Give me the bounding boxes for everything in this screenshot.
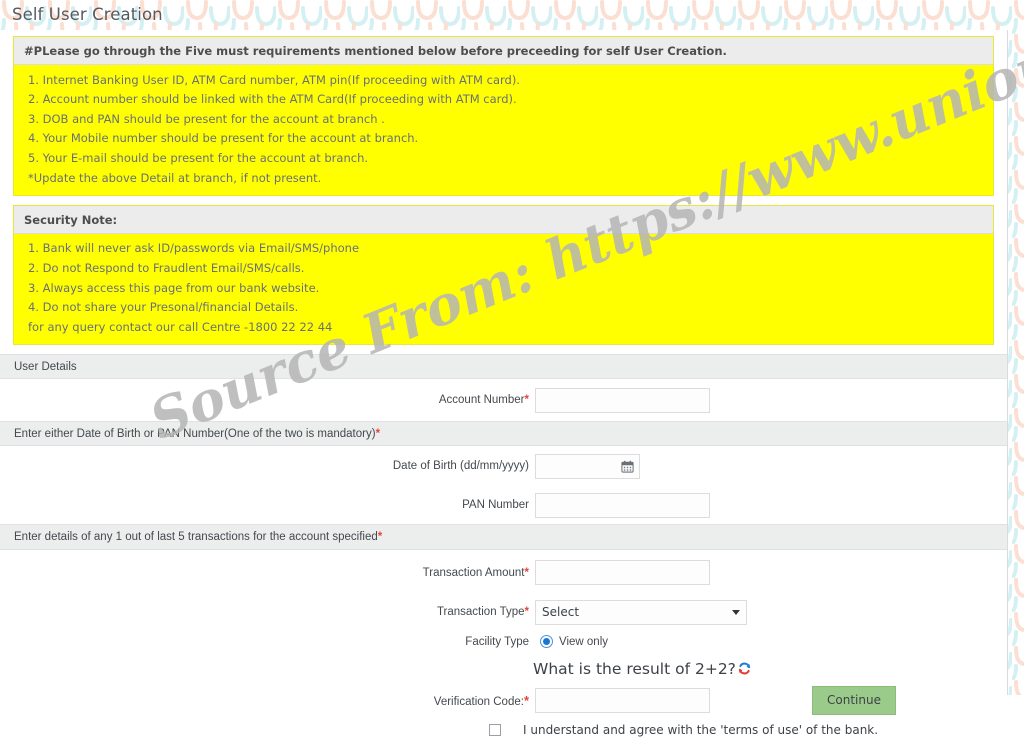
dob-pan-form: Date of Birth (dd/mm/yyyy) PAN Number (0, 446, 1007, 525)
transaction-amount-input[interactable] (535, 560, 710, 586)
date-of-birth-field[interactable] (535, 453, 640, 479)
refresh-icon[interactable] (737, 661, 752, 676)
terms-row: I understand and agree with the 'terms o… (0, 717, 1007, 743)
radio-selected-dot (543, 638, 550, 646)
transaction-amount-row: Transaction Amount* (0, 550, 1007, 595)
account-number-input[interactable] (535, 387, 710, 413)
requirement-item: *Update the above Detail at branch, if n… (28, 170, 322, 185)
section-bar-user-details-label: User Details (14, 361, 77, 374)
security-item: for any query contact our call Centre -1… (28, 319, 333, 334)
section-bar-transactions-label: Enter details of any 1 out of last 5 tra… (14, 531, 378, 544)
transaction-type-row: Transaction Type* Select (0, 595, 1007, 629)
pan-number-label: PAN Number (462, 499, 529, 512)
chevron-down-icon (732, 609, 740, 615)
verification-code-row: Verification Code:* Continue (0, 683, 1007, 717)
requirement-item: 4. Your Mobile number should be present … (28, 131, 419, 146)
captcha-question-text: What is the result of 2+2? (533, 659, 736, 678)
requirement-item: 1. Internet Banking User ID, ATM Card nu… (28, 72, 520, 87)
section-bar-user-details: User Details (0, 354, 1007, 380)
terms-text: I understand and agree with the 'terms o… (523, 723, 879, 738)
transaction-type-label: Transaction Type* (0, 606, 535, 618)
security-item: 4. Do not share your Presonal/financial … (28, 300, 299, 315)
date-of-birth-label: Date of Birth (dd/mm/yyyy) (392, 460, 529, 473)
security-item: 2. Do not Respond to Fraudlent Email/SMS… (28, 260, 305, 275)
requirement-item: 2. Account number should be linked with … (28, 92, 517, 107)
pan-number-row: PAN Number (0, 486, 1007, 524)
transaction-type-label-text: Transaction Type (436, 606, 525, 619)
facility-type-row: Facility Type View only (0, 629, 1007, 654)
requirements-notice: #PLease go through the Five must require… (13, 36, 994, 196)
facility-type-option[interactable]: View only (535, 635, 609, 649)
transaction-amount-label-text: Transaction Amount (422, 566, 525, 579)
security-notice: Security Note: 1. Bank will never ask ID… (13, 204, 994, 346)
required-asterisk: * (524, 606, 529, 619)
terms-checkbox[interactable] (489, 724, 501, 737)
required-asterisk: * (375, 428, 381, 441)
security-item: 1. Bank will never ask ID/passwords via … (28, 241, 360, 256)
verification-code-input[interactable] (535, 687, 710, 713)
captcha-question: What is the result of 2+2? (533, 660, 752, 678)
account-number-label: Account Number* (0, 394, 535, 406)
pan-number-input[interactable] (535, 492, 710, 518)
page-title: Self User Creation (12, 5, 163, 24)
verification-code-label-text: Verification Code: (433, 695, 524, 708)
transactions-form: Transaction Amount* Transaction Type* Se… (0, 550, 1007, 743)
section-bar-transactions: Enter details of any 1 out of last 5 tra… (0, 524, 1007, 551)
requirements-notice-heading: #PLease go through the Five must require… (14, 37, 993, 65)
content-panel: #PLease go through the Five must require… (0, 30, 1008, 743)
facility-type-radio[interactable] (540, 635, 553, 649)
date-of-birth-input[interactable] (536, 454, 616, 478)
account-number-label-text: Account Number (438, 394, 525, 407)
section-bar-dob-pan-label: Enter either Date of Birth or PAN Number… (14, 428, 376, 441)
requirement-item: 5. Your E-mail should be present for the… (28, 151, 369, 166)
user-details-form: Account Number* (0, 379, 1007, 422)
security-notice-body: 1. Bank will never ask ID/passwords via … (14, 233, 993, 345)
required-asterisk: * (377, 531, 383, 544)
calendar-icon[interactable] (616, 460, 638, 473)
security-item: 3. Always access this page from our bank… (28, 280, 320, 295)
captcha-question-row: What is the result of 2+2? (0, 654, 1007, 683)
requirements-notice-body: 1. Internet Banking User ID, ATM Card nu… (14, 65, 993, 195)
date-of-birth-row: Date of Birth (dd/mm/yyyy) (0, 446, 1007, 486)
transaction-type-selected-value: Select (542, 605, 580, 620)
continue-button[interactable]: Continue (812, 685, 896, 715)
facility-type-option-label: View only (559, 635, 609, 648)
required-asterisk: * (524, 566, 529, 579)
transaction-amount-label: Transaction Amount* (0, 567, 535, 579)
section-bar-dob-pan: Enter either Date of Birth or PAN Number… (0, 421, 1007, 447)
security-notice-heading: Security Note: (14, 205, 993, 234)
transaction-type-select[interactable]: Select (535, 599, 747, 625)
facility-type-label: Facility Type (465, 635, 529, 648)
requirement-item: 3. DOB and PAN should be present for the… (28, 111, 385, 126)
required-asterisk: * (524, 394, 529, 407)
account-number-row: Account Number* (0, 379, 1007, 421)
